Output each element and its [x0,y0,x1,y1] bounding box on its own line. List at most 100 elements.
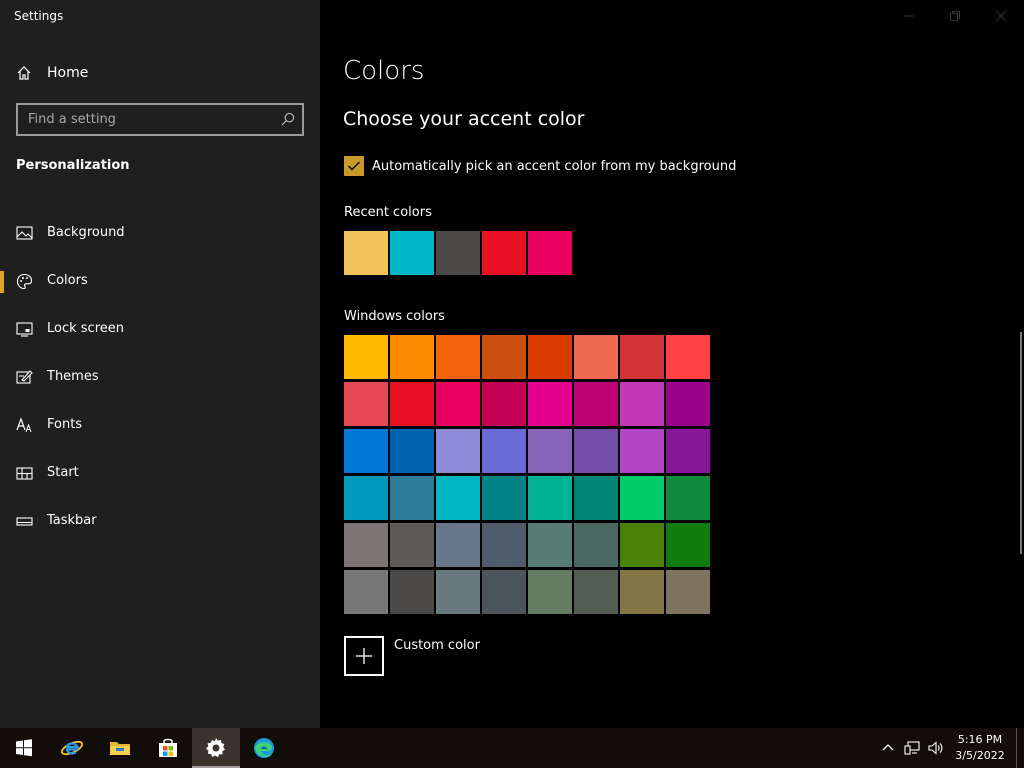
window-controls [886,0,1024,32]
file-explorer-button[interactable] [96,728,144,768]
custom-color-label: Custom color [394,638,480,653]
windows-color-swatch[interactable] [436,382,480,426]
windows-color-swatch[interactable] [620,476,664,520]
sidebar-item-start[interactable]: Start [0,450,320,498]
custom-color-button[interactable]: Custom color [344,636,480,676]
windows-color-swatch[interactable] [436,476,480,520]
windows-color-swatch[interactable] [528,335,572,379]
auto-accent-checkbox-row[interactable]: Automatically pick an accent color from … [344,156,736,176]
internet-explorer-button[interactable] [48,728,96,768]
windows-color-swatch[interactable] [482,429,526,473]
recent-color-swatch[interactable] [390,231,434,275]
windows-color-swatch[interactable] [528,570,572,614]
windows-color-swatch[interactable] [574,429,618,473]
close-button[interactable] [978,0,1024,32]
windows-color-swatch[interactable] [666,523,710,567]
windows-color-swatch[interactable] [436,570,480,614]
windows-color-swatch[interactable] [436,429,480,473]
network-button[interactable] [900,728,924,768]
windows-color-swatch[interactable] [620,335,664,379]
taskbar-icon [16,517,33,526]
clock-time: 5:16 PM [957,733,1003,746]
volume-button[interactable] [924,728,948,768]
windows-color-swatch[interactable] [482,476,526,520]
gear-icon [206,738,225,758]
windows-color-swatch[interactable] [666,570,710,614]
app-title: Settings [14,9,64,23]
windows-color-swatch[interactable] [620,382,664,426]
windows-color-swatch[interactable] [344,335,388,379]
windows-color-swatch[interactable] [620,429,664,473]
home-label: Home [47,65,89,81]
windows-color-swatch[interactable] [528,429,572,473]
windows-color-swatch[interactable] [482,335,526,379]
clock[interactable]: 5:16 PM 3/5/2022 [948,732,1012,764]
restore-button[interactable] [932,0,978,32]
custom-color-box[interactable] [344,636,384,676]
search-icon[interactable] [280,112,295,127]
sidebar-item-label: Background [47,225,125,240]
windows-color-swatch[interactable] [390,382,434,426]
windows-color-swatch[interactable] [344,429,388,473]
minimize-button[interactable] [886,0,932,32]
sidebar-item-lock-screen[interactable]: Lock screen [0,306,320,354]
show-desktop-button[interactable] [1016,728,1024,768]
windows-color-swatch[interactable] [666,476,710,520]
windows-color-swatch[interactable] [620,570,664,614]
recent-color-swatch[interactable] [344,231,388,275]
windows-color-swatch[interactable] [528,523,572,567]
sidebar-item-colors[interactable]: Colors [0,258,320,306]
windows-color-swatch[interactable] [344,476,388,520]
windows-color-swatch[interactable] [574,570,618,614]
start-button[interactable] [0,728,48,768]
windows-color-swatch[interactable] [620,523,664,567]
windows-color-swatch[interactable] [344,382,388,426]
windows-color-swatch[interactable] [482,523,526,567]
sidebar-item-themes[interactable]: Themes [0,354,320,402]
windows-color-swatch[interactable] [344,570,388,614]
windows-color-swatch[interactable] [574,523,618,567]
windows-color-swatch[interactable] [390,335,434,379]
search-box[interactable] [16,103,304,136]
sidebar-item-background[interactable]: Background [0,210,320,258]
windows-color-swatch[interactable] [574,476,618,520]
windows-logo-icon [16,739,32,757]
settings-button[interactable] [192,728,240,768]
store-button[interactable] [144,728,192,768]
chevron-up-icon [882,744,894,751]
sidebar-item-taskbar[interactable]: Taskbar [0,498,320,546]
windows-color-swatch[interactable] [574,382,618,426]
windows-color-swatch[interactable] [390,476,434,520]
sidebar-item-label: Themes [47,369,99,384]
windows-color-swatch[interactable] [344,523,388,567]
main-content: Colors Choose your accent color Automati… [320,0,1024,728]
home-link[interactable]: Home [16,62,88,84]
recent-color-swatch[interactable] [436,231,480,275]
windows-color-swatch[interactable] [528,476,572,520]
windows-color-swatch[interactable] [482,382,526,426]
sidebar-item-fonts[interactable]: Fonts [0,402,320,450]
plus-icon [356,648,372,664]
windows-color-swatch[interactable] [666,335,710,379]
show-hidden-icons-button[interactable] [876,728,900,768]
palette-icon [16,273,33,290]
recent-color-swatch[interactable] [482,231,526,275]
windows-color-swatch[interactable] [528,382,572,426]
auto-accent-checkbox[interactable] [344,156,364,176]
windows-color-swatch[interactable] [436,335,480,379]
windows-color-swatch[interactable] [390,429,434,473]
windows-color-swatch[interactable] [390,523,434,567]
windows-color-swatch[interactable] [436,523,480,567]
search-input[interactable] [18,105,302,134]
windows-color-swatch[interactable] [666,429,710,473]
sidebar-item-label: Lock screen [47,321,124,336]
windows-color-swatch[interactable] [390,570,434,614]
network-icon [904,741,920,755]
windows-color-swatch[interactable] [482,570,526,614]
windows-color-swatch[interactable] [574,335,618,379]
windows-color-swatch[interactable] [666,382,710,426]
recent-color-swatch[interactable] [528,231,572,275]
scrollbar[interactable] [1020,332,1022,554]
section-heading: Choose your accent color [343,108,585,130]
edge-button[interactable] [240,728,288,768]
